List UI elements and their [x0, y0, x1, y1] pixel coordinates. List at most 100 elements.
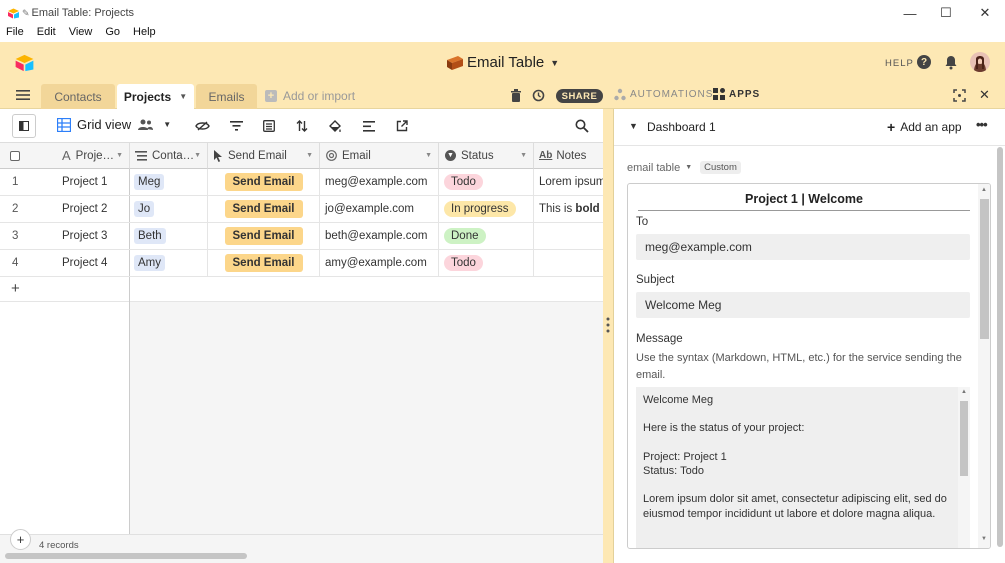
sort-icon[interactable] — [294, 118, 310, 134]
table-row[interactable]: 4 Project 4 Amy Send Email amy@example.c… — [0, 250, 603, 277]
contact-cell[interactable]: Amy — [130, 250, 208, 276]
status-cell[interactable]: Done — [439, 223, 534, 249]
scroll-up-arrow-icon[interactable]: ▲ — [961, 389, 967, 395]
tab-projects[interactable]: Projects ▼ — [117, 84, 194, 109]
notes-cell[interactable] — [534, 250, 603, 276]
email-cell[interactable]: jo@example.com — [320, 196, 439, 222]
menu-file[interactable]: File — [0, 26, 31, 42]
contact-cell[interactable]: Beth — [130, 223, 208, 249]
send-email-button[interactable]: Send Email — [224, 200, 303, 218]
to-field[interactable]: meg@example.com — [636, 234, 970, 260]
column-header-status[interactable]: ▼ Status ▼ — [439, 143, 534, 169]
user-avatar[interactable] — [970, 52, 990, 72]
panel-resize-handle[interactable] — [603, 109, 613, 563]
send-email-button[interactable]: Send Email — [224, 227, 303, 245]
close-panel-icon[interactable]: ✕ — [979, 87, 990, 103]
dashboard-title[interactable]: Dashboard 1 — [647, 120, 716, 134]
horizontal-scrollbar[interactable] — [5, 553, 247, 559]
hide-fields-icon[interactable] — [194, 118, 210, 134]
status-cell[interactable]: Todo — [439, 250, 534, 276]
linked-record-chip[interactable]: Jo — [134, 201, 155, 217]
add-row[interactable]: + — [0, 277, 603, 302]
fullscreen-icon[interactable] — [953, 89, 966, 102]
status-cell[interactable]: Todo — [439, 169, 534, 195]
chevron-down-icon[interactable]: ▼ — [629, 121, 638, 131]
panel-scrollbar[interactable] — [995, 147, 1005, 559]
share-view-icon[interactable] — [394, 118, 410, 134]
table-row[interactable]: 1 Project 1 Meg Send Email meg@example.c… — [0, 169, 603, 196]
contact-cell[interactable]: Meg — [130, 169, 208, 195]
close-window-button[interactable]: ✕ — [962, 0, 1005, 26]
color-icon[interactable] — [327, 118, 343, 134]
search-icon[interactable] — [574, 118, 590, 134]
scroll-down-arrow-icon[interactable]: ▼ — [981, 536, 987, 542]
email-cell[interactable]: meg@example.com — [320, 169, 439, 195]
more-options-icon[interactable]: ••• — [976, 117, 988, 132]
linked-record-chip[interactable]: Amy — [134, 255, 165, 271]
apps-label: APPS — [729, 88, 761, 100]
app-scroll-thumb[interactable] — [980, 199, 989, 339]
linked-record-chip[interactable]: Meg — [134, 174, 165, 190]
add-record-button[interactable]: + — [10, 529, 31, 550]
help-icon[interactable]: ? — [917, 55, 931, 69]
menu-help[interactable]: Help — [127, 26, 163, 42]
contact-cell[interactable]: Jo — [130, 196, 208, 222]
column-header-send-email[interactable]: Send Email ▼ — [208, 143, 320, 169]
column-header-notes[interactable]: Ab Notes — [534, 143, 603, 169]
base-title[interactable]: Email Table ▼ — [446, 54, 559, 71]
hamburger-menu-icon[interactable] — [16, 89, 30, 101]
add-app-button[interactable]: + Add an app — [887, 119, 962, 135]
column-header-project[interactable]: A Proje… ▼ — [52, 143, 130, 169]
bell-icon[interactable] — [944, 55, 958, 70]
column-header-contact[interactable]: Conta… ▼ — [130, 143, 208, 169]
notes-cell[interactable]: This is bold te — [534, 196, 603, 222]
apps-button[interactable]: APPS — [713, 88, 760, 100]
chevron-down-icon[interactable]: ▼ — [179, 92, 187, 101]
send-email-button[interactable]: Send Email — [224, 173, 303, 191]
group-icon[interactable] — [261, 118, 277, 134]
textarea-scroll-thumb[interactable] — [960, 401, 968, 476]
send-email-button[interactable]: Send Email — [224, 254, 303, 272]
email-cell[interactable]: amy@example.com — [320, 250, 439, 276]
menu-edit[interactable]: Edit — [31, 26, 63, 42]
notes-cell[interactable] — [534, 223, 603, 249]
column-header-email[interactable]: Email ▼ — [320, 143, 439, 169]
trash-icon[interactable] — [511, 89, 521, 102]
menu-go[interactable]: Go — [99, 26, 127, 42]
table-row[interactable]: 2 Project 2 Jo Send Email jo@example.com… — [0, 196, 603, 223]
sidebar-toggle-button[interactable] — [12, 114, 36, 138]
textarea-scrollbar[interactable]: ▲ — [958, 387, 970, 548]
email-cell[interactable]: beth@example.com — [320, 223, 439, 249]
project-cell[interactable]: Project 1 — [52, 169, 130, 195]
filter-icon[interactable] — [228, 118, 244, 134]
automations-button[interactable]: AUTOMATIONS — [614, 88, 713, 101]
tab-emails[interactable]: Emails — [196, 84, 257, 109]
view-switcher[interactable]: Grid view ▼ — [57, 117, 171, 132]
plus-icon: + — [265, 90, 277, 102]
linked-record-chip[interactable]: Beth — [134, 228, 166, 244]
airtable-logo-icon[interactable] — [14, 54, 35, 72]
grid-view-icon — [57, 117, 71, 132]
app-title[interactable]: email table ▼ Custom — [627, 161, 741, 174]
table-row[interactable]: 3 Project 3 Beth Send Email beth@example… — [0, 223, 603, 250]
share-button[interactable]: SHARE — [556, 89, 603, 103]
panel-scroll-thumb[interactable] — [997, 147, 1003, 547]
select-all-checkbox[interactable] — [10, 150, 20, 161]
status-badge: Todo — [444, 174, 483, 190]
project-cell[interactable]: Project 3 — [52, 223, 130, 249]
message-textarea[interactable]: Welcome Meg Here is the status of your p… — [636, 387, 970, 548]
notes-cell[interactable]: Lorem ipsum — [534, 169, 603, 195]
project-cell[interactable]: Project 4 — [52, 250, 130, 276]
status-cell[interactable]: In progress — [439, 196, 534, 222]
subject-field[interactable]: Welcome Meg — [636, 292, 970, 318]
menu-view[interactable]: View — [63, 26, 100, 42]
app-scrollbar[interactable]: ▲ ▼ — [978, 184, 990, 548]
add-row-button[interactable]: + — [11, 280, 20, 297]
project-cell[interactable]: Project 2 — [52, 196, 130, 222]
scroll-up-arrow-icon[interactable]: ▲ — [981, 187, 987, 193]
help-link[interactable]: HELP — [885, 58, 914, 69]
history-icon[interactable] — [532, 89, 545, 102]
add-or-import-button[interactable]: + Add or import — [265, 89, 355, 103]
tab-contacts[interactable]: Contacts — [41, 84, 115, 109]
row-height-icon[interactable] — [361, 118, 377, 134]
